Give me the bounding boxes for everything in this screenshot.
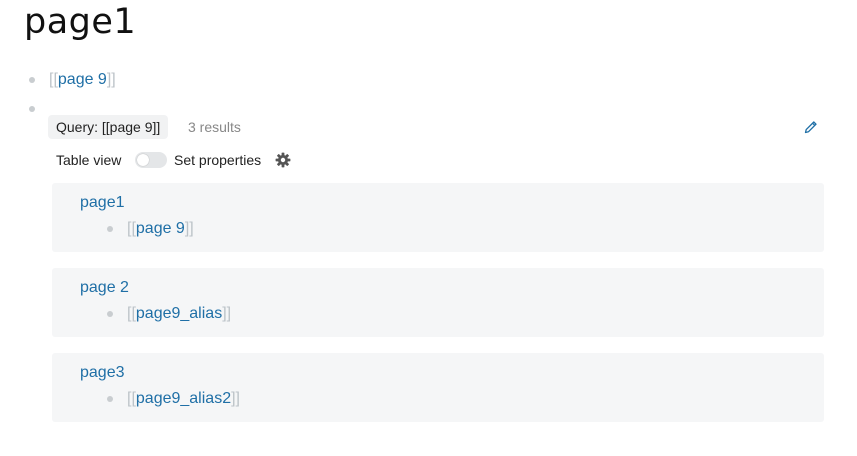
query-title[interactable]: Query: [[page 9]] <box>48 115 169 139</box>
result-block-reference: [[page 9]] <box>127 219 194 239</box>
page-title[interactable]: page1 <box>24 2 136 42</box>
page-ref-link[interactable]: page 9 <box>58 71 107 88</box>
query-result-card: page 2 [[page9_alias]] <box>52 268 824 337</box>
pencil-icon[interactable] <box>803 119 819 135</box>
table-view-toggle[interactable] <box>135 152 167 168</box>
result-page-title[interactable]: page3 <box>80 363 125 383</box>
gear-icon[interactable] <box>275 152 291 168</box>
bracket-close: ]] <box>184 220 194 237</box>
result-block-reference: [[page9_alias2]] <box>127 389 240 409</box>
query-result-card: page3 [[page9_alias2]] <box>52 353 824 422</box>
query-result-card: page1 [[page 9]] <box>52 183 824 252</box>
result-block-bullet[interactable] <box>107 226 113 232</box>
bracket-close: ]] <box>222 305 232 322</box>
bracket-open: [[ <box>49 71 58 88</box>
bracket-open: [[ <box>127 390 136 407</box>
bracket-open: [[ <box>127 305 136 322</box>
block-bullet[interactable] <box>29 106 35 112</box>
result-page-title[interactable]: page 2 <box>80 278 129 298</box>
page-container: page1 [[page 9]] Query: [[page 9]] 3 res… <box>0 0 857 456</box>
query-results-count: 3 results <box>188 119 241 135</box>
bracket-close: ]] <box>231 390 240 407</box>
result-page-title[interactable]: page1 <box>80 193 125 213</box>
set-properties-button[interactable]: Set properties <box>174 150 261 170</box>
page-ref-link[interactable]: page9_alias <box>136 305 222 322</box>
bracket-open: [[ <box>127 220 136 237</box>
result-block-bullet[interactable] <box>107 311 113 317</box>
result-block-bullet[interactable] <box>107 396 113 402</box>
table-view-label: Table view <box>56 152 122 168</box>
block-page-reference: [[page 9]] <box>49 70 116 90</box>
block-bullet[interactable] <box>29 77 35 83</box>
result-block-reference: [[page9_alias]] <box>127 304 231 324</box>
bracket-close: ]] <box>106 71 116 88</box>
toggle-knob <box>137 154 149 166</box>
page-ref-link[interactable]: page 9 <box>136 220 185 237</box>
page-ref-link[interactable]: page9_alias2 <box>136 390 231 407</box>
